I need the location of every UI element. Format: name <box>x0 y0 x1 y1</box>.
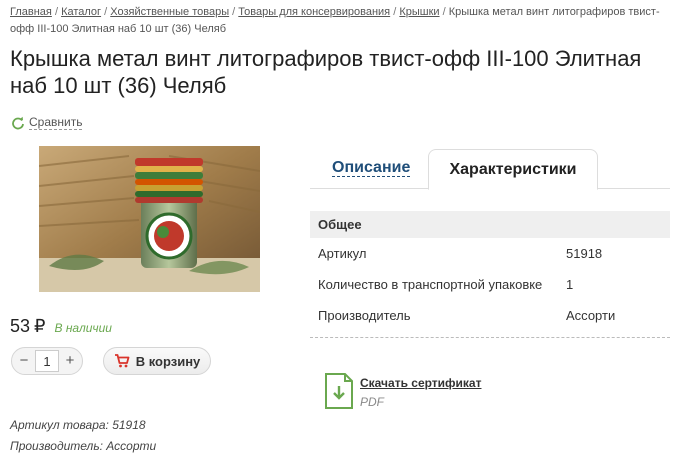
spec-row: Производитель Ассорти <box>310 300 670 331</box>
cart-icon <box>114 354 130 368</box>
breadcrumb-household[interactable]: Хозяйственные товары <box>110 6 229 18</box>
spec-key: Артикул <box>318 246 367 261</box>
add-to-cart-label: В корзину <box>135 353 201 369</box>
download-document-icon[interactable] <box>324 373 354 409</box>
product-meta: Артикул товара: 51918 Производитель: Асс… <box>10 415 156 457</box>
quantity-stepper: − + <box>11 347 83 375</box>
file-format: PDF <box>360 395 384 409</box>
decrease-button[interactable]: − <box>16 351 32 371</box>
price-value: 53 <box>10 316 31 336</box>
breadcrumb-lids[interactable]: Крышки <box>399 6 439 18</box>
page-title: Крышка метал винт литографиров твист-офф… <box>10 46 642 98</box>
breadcrumb-separator: / <box>232 6 236 18</box>
spec-row: Артикул 51918 <box>310 238 670 269</box>
breadcrumb-canning[interactable]: Товары для консервирования <box>238 6 390 18</box>
breadcrumb-catalog[interactable]: Каталог <box>61 6 101 18</box>
currency: ₽ <box>34 316 46 336</box>
compare-button[interactable]: Сравнить <box>11 115 83 130</box>
compare-label: Сравнить <box>29 115 83 130</box>
increase-button[interactable]: + <box>62 351 78 371</box>
product-photo <box>39 146 260 292</box>
article-line: Артикул товара: 51918 <box>10 418 146 432</box>
specs-table: Общее Артикул 51918 Количество в транспо… <box>310 211 670 338</box>
spec-value: Ассорти <box>566 308 616 323</box>
manufacturer-line: Производитель: Ассорти <box>10 439 157 453</box>
stock-status: В наличии <box>54 321 112 335</box>
tab-description[interactable]: Описание <box>332 159 411 177</box>
quantity-input[interactable] <box>35 350 59 372</box>
product-tabs: Описание Характеристики <box>310 149 670 190</box>
specs-group-header: Общее <box>310 211 670 238</box>
spec-value: 1 <box>566 277 574 292</box>
divider <box>310 337 670 338</box>
product-image[interactable] <box>39 146 260 292</box>
tab-characteristics[interactable]: Характеристики <box>428 149 598 190</box>
refresh-icon <box>12 116 24 129</box>
download-certificate-link[interactable]: Скачать сертификат <box>360 376 481 390</box>
spec-value: 51918 <box>566 246 603 261</box>
spec-key: Производитель <box>318 308 411 323</box>
breadcrumb-separator: / <box>54 6 58 18</box>
breadcrumb-separator: / <box>393 6 397 18</box>
breadcrumb: Главная / Каталог / Хозяйственные товары… <box>10 4 674 38</box>
spec-key: Количество в транспортной упаковке <box>318 277 543 292</box>
certificate-block: Скачать сертификат PDF <box>324 373 481 409</box>
breadcrumb-home[interactable]: Главная <box>10 6 52 18</box>
breadcrumb-separator: / <box>104 6 108 18</box>
spec-row: Количество в транспортной упаковке 1 <box>310 269 670 300</box>
add-to-cart-button[interactable]: В корзину <box>103 347 211 375</box>
price-block: 53 ₽ В наличии <box>10 316 112 337</box>
breadcrumb-separator: / <box>442 6 446 18</box>
